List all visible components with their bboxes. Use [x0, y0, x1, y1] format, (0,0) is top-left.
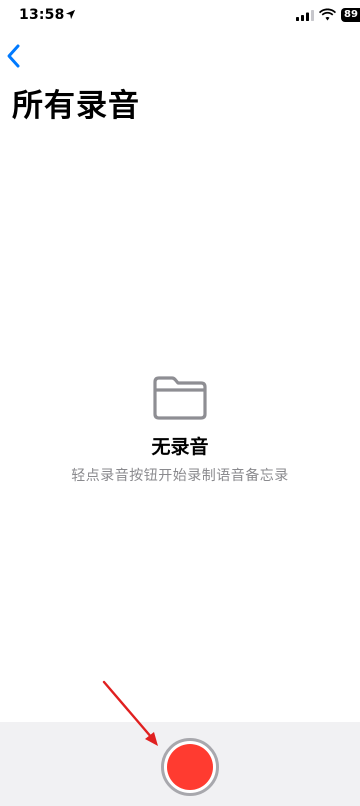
annotation-arrow-icon	[102, 680, 158, 746]
record-icon	[167, 744, 213, 790]
record-button[interactable]	[161, 738, 219, 796]
voice-memos-screen: 13:58 89 所有录音 无录音 轻点录音按钮开始录制语音备忘录	[0, 0, 360, 806]
back-chevron-icon[interactable]	[4, 42, 24, 70]
page-title: 所有录音	[12, 88, 140, 124]
battery-icon: 89	[341, 8, 360, 22]
empty-state: 无录音 轻点录音按钮开始录制语音备忘录	[0, 372, 360, 485]
status-time: 13:58	[19, 7, 65, 23]
battery-level: 89	[344, 9, 358, 20]
cellular-signal-icon	[296, 10, 314, 21]
empty-state-subtitle: 轻点录音按钮开始录制语音备忘录	[71, 468, 289, 484]
folder-icon	[153, 376, 207, 420]
location-arrow-icon	[65, 9, 76, 20]
status-bar: 13:58 89	[0, 0, 360, 32]
wifi-icon	[319, 8, 336, 21]
empty-state-title: 无录音	[151, 436, 209, 458]
